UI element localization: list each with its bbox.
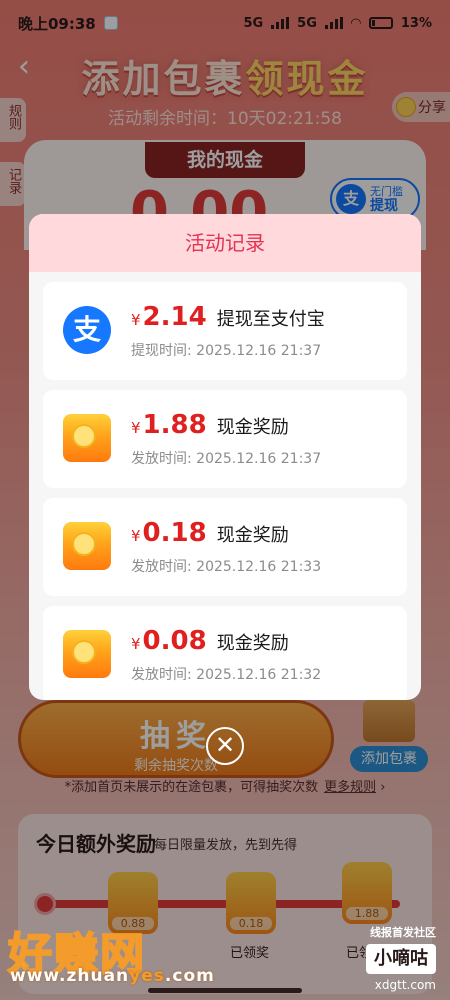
- record-item: 支 ¥ 2.14 提现至支付宝 提现时间: 2025.12.16 21:37: [43, 282, 407, 380]
- watermark-url-left: www.zhuanyes.com: [10, 966, 215, 986]
- record-amount: 0.18: [142, 518, 207, 548]
- record-amount: 2.14: [142, 302, 207, 332]
- activity-records-modal: 活动记录 支 ¥ 2.14 提现至支付宝 提现时间: 2025.12.16 21…: [29, 214, 421, 700]
- record-amount: 1.88: [142, 410, 207, 440]
- watermark-url-part-b: yes: [129, 966, 165, 986]
- watermark-right-brand: 小嘀咕: [366, 944, 436, 974]
- red-envelope-icon: [63, 630, 111, 678]
- home-indicator[interactable]: [148, 988, 302, 993]
- record-list: 支 ¥ 2.14 提现至支付宝 提现时间: 2025.12.16 21:37 ¥…: [29, 272, 421, 700]
- record-type: 现金奖励: [216, 525, 289, 546]
- currency-symbol: ¥: [131, 635, 141, 653]
- watermark-right-url: xdgtt.com: [374, 978, 436, 992]
- close-modal-button[interactable]: ✕: [206, 727, 244, 765]
- currency-symbol: ¥: [131, 311, 141, 329]
- record-item: ¥ 0.18 现金奖励 发放时间: 2025.12.16 21:33: [43, 498, 407, 596]
- watermark-right-tagline: 线报首发社区: [370, 926, 436, 939]
- alipay-icon: 支: [63, 306, 111, 354]
- watermark-url-part-a: www.zhuan: [10, 966, 130, 986]
- currency-symbol: ¥: [131, 419, 141, 437]
- record-type: 提现至支付宝: [216, 309, 325, 330]
- record-item: ¥ 0.08 现金奖励 发放时间: 2025.12.16 21:32: [43, 606, 407, 700]
- red-envelope-icon: [63, 414, 111, 462]
- modal-title: 活动记录: [29, 214, 421, 272]
- record-type: 现金奖励: [216, 633, 289, 654]
- record-time: 发放时间: 2025.12.16 21:37: [131, 451, 322, 467]
- record-time: 发放时间: 2025.12.16 21:32: [131, 667, 322, 683]
- record-amount: 0.08: [142, 626, 207, 656]
- record-time: 提现时间: 2025.12.16 21:37: [131, 343, 322, 359]
- record-time: 发放时间: 2025.12.16 21:33: [131, 559, 322, 575]
- watermark-url-part-c: .com: [164, 966, 215, 986]
- red-envelope-icon: [63, 522, 111, 570]
- currency-symbol: ¥: [131, 527, 141, 545]
- record-type: 现金奖励: [216, 417, 289, 438]
- record-item: ¥ 1.88 现金奖励 发放时间: 2025.12.16 21:37: [43, 390, 407, 488]
